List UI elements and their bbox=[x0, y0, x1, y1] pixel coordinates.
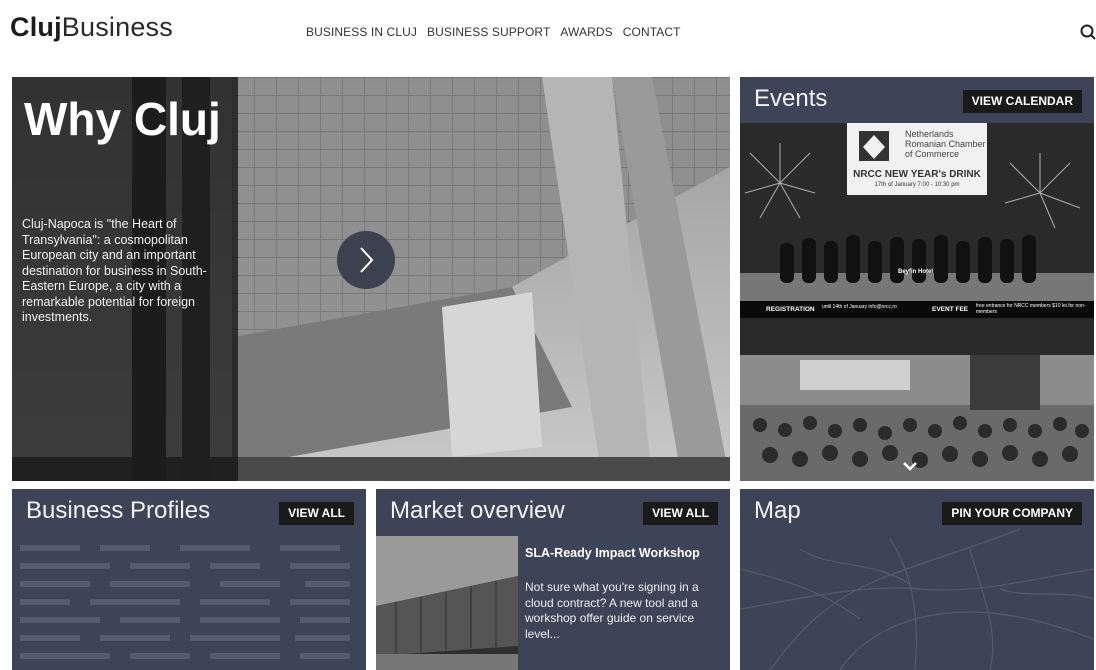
market-view-all-button[interactable]: VIEW ALL bbox=[643, 502, 718, 525]
article-excerpt: Not sure what you're signing in a cloud … bbox=[525, 580, 699, 641]
events-panel: Events VIEW CALENDAR Netherlands Romania… bbox=[740, 77, 1094, 481]
nav-business-support[interactable]: BUSINESS SUPPORT bbox=[427, 25, 550, 39]
events-title: Events bbox=[754, 85, 828, 112]
nav-awards[interactable]: AWARDS bbox=[560, 25, 612, 39]
map-title: Map bbox=[754, 497, 801, 524]
logo-light-text: Business bbox=[61, 12, 173, 42]
registration-label: REGISTRATION bbox=[766, 306, 815, 313]
poster-event-name: NRCC NEW YEAR's DRINK bbox=[853, 169, 981, 180]
business-profiles-view-all-button[interactable]: VIEW ALL bbox=[279, 502, 354, 525]
fee-label: EVENT FEE bbox=[932, 306, 969, 313]
business-profiles-title: Business Profiles bbox=[26, 497, 211, 524]
site-logo[interactable]: ClujBusiness bbox=[10, 12, 173, 43]
business-profiles-panel: Business Profiles VIEW ALL bbox=[12, 489, 366, 670]
event-poster[interactable]: Netherlands Romanian Chamber of Commerce… bbox=[740, 123, 1094, 355]
search-icon[interactable] bbox=[1080, 24, 1096, 40]
logo-bold-text: Cluj bbox=[10, 12, 62, 42]
chevron-down-icon[interactable] bbox=[902, 461, 918, 471]
slider-next-button[interactable] bbox=[337, 231, 395, 289]
poster-organization: Netherlands Romanian Chamber of Commerce bbox=[905, 129, 986, 159]
hero-slider: Why Cluj Cluj-Napoca is "the Heart of Tr… bbox=[12, 77, 730, 481]
poster-info-band: REGISTRATION until 14th of January info@… bbox=[740, 301, 1094, 318]
fee-text: free entrance for NRCC members $10 lei f… bbox=[976, 303, 1086, 315]
view-calendar-button[interactable]: VIEW CALENDAR bbox=[962, 90, 1082, 113]
chevron-right-icon bbox=[360, 247, 374, 273]
market-overview-title: Market overview bbox=[390, 497, 565, 524]
blurred-company-list bbox=[20, 545, 350, 659]
poster-venue: Beyfin Hotel bbox=[898, 269, 934, 275]
hero-title: Why Cluj bbox=[24, 93, 221, 145]
article-title[interactable]: SLA-Ready Impact Workshop bbox=[525, 546, 700, 560]
nav-contact[interactable]: CONTACT bbox=[623, 25, 681, 39]
registration-text: until 14th of January info@nrcc.ro bbox=[822, 304, 897, 310]
market-overview-panel: Market overview VIEW ALL SLA-Ready Impac… bbox=[376, 489, 730, 670]
building-thumbnail-image bbox=[376, 536, 518, 670]
poster-date: 17th of January 7:00 - 10:30 pm bbox=[874, 182, 960, 188]
poster-header-card: Netherlands Romanian Chamber of Commerce… bbox=[847, 123, 987, 195]
nav-business-in-cluj[interactable]: BUSINESS IN CLUJ bbox=[306, 25, 417, 39]
pin-your-company-button[interactable]: PIN YOUR COMPANY bbox=[942, 502, 1082, 525]
article-thumbnail[interactable] bbox=[376, 536, 518, 670]
map-panel: Map PIN YOUR COMPANY bbox=[740, 489, 1094, 670]
main-nav: BUSINESS IN CLUJ BUSINESS SUPPORT AWARDS… bbox=[306, 25, 681, 39]
hero-description: Cluj-Napoca is "the Heart of Transylvani… bbox=[22, 217, 207, 324]
chamber-logo-icon bbox=[859, 131, 889, 161]
